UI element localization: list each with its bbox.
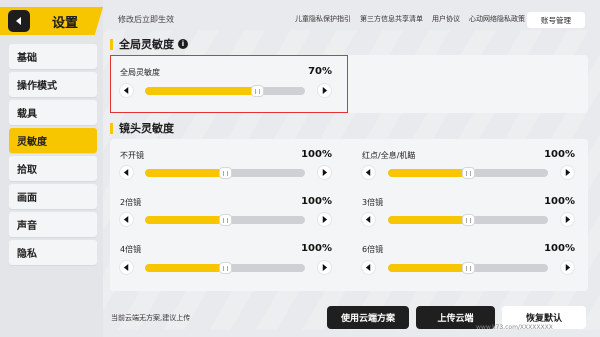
policy-links: 儿童隐私保护指引 第三方信息共享清单 用户协议 心动网络隐私政策 bbox=[295, 14, 525, 24]
decrease-button[interactable] bbox=[362, 261, 375, 274]
link-third-party-list[interactable]: 第三方信息共享清单 bbox=[360, 14, 423, 24]
scope-value: 100% bbox=[301, 196, 332, 207]
use-cloud-scheme-button[interactable]: 使用云端方案 bbox=[327, 306, 409, 329]
cloud-hint: 当前云端无方案,建议上传 bbox=[111, 314, 191, 322]
arrow-right-icon bbox=[565, 216, 571, 223]
scope-value: 100% bbox=[544, 149, 575, 160]
scope-label: 红点/全息/机瞄 bbox=[362, 151, 416, 160]
arrow-left-icon bbox=[365, 264, 371, 271]
global-heading-text: 全局灵敏度 bbox=[119, 38, 174, 51]
sidebar-item-control-mode[interactable]: 操作模式 bbox=[9, 72, 97, 97]
slider-thumb[interactable] bbox=[462, 214, 475, 226]
sidebar-item-privacy[interactable]: 隐私 bbox=[9, 240, 97, 265]
scope-label: 不开镜 bbox=[120, 151, 144, 160]
scope-value: 100% bbox=[301, 149, 332, 160]
scope-sensitivity-heading: 镜头灵敏度 bbox=[110, 120, 174, 136]
sidebar-nav: 基础 操作模式 载具 灵敏度 拾取 画面 声音 隐私 bbox=[9, 44, 97, 268]
arrow-right-icon bbox=[322, 216, 328, 223]
arrow-right-icon bbox=[322, 264, 328, 271]
info-icon[interactable]: i bbox=[178, 39, 188, 49]
account-management-button[interactable]: 账号管理 bbox=[527, 12, 585, 28]
slider-fill bbox=[388, 169, 468, 177]
slider-thumb[interactable] bbox=[462, 167, 475, 179]
slider-fill bbox=[145, 216, 225, 224]
decrease-button[interactable] bbox=[362, 213, 375, 226]
scope-label: 2倍镜 bbox=[120, 198, 142, 207]
highlight-box bbox=[110, 55, 348, 113]
arrow-right-icon bbox=[565, 264, 571, 271]
slider-thumb[interactable] bbox=[219, 262, 232, 274]
arrow-left-icon bbox=[123, 169, 129, 176]
sidebar-item-basic[interactable]: 基础 bbox=[9, 44, 97, 69]
sidebar-item-graphics[interactable]: 画面 bbox=[9, 184, 97, 209]
increase-button[interactable] bbox=[318, 166, 331, 179]
slider-thumb[interactable] bbox=[219, 214, 232, 226]
slider-fill bbox=[145, 264, 225, 272]
decrease-button[interactable] bbox=[120, 166, 133, 179]
link-user-agreement[interactable]: 用户协议 bbox=[432, 14, 460, 24]
increase-button[interactable] bbox=[561, 261, 574, 274]
slider-thumb[interactable] bbox=[462, 262, 475, 274]
slider-thumb[interactable] bbox=[219, 167, 232, 179]
scope-value: 100% bbox=[544, 196, 575, 207]
back-arrow-icon bbox=[16, 17, 21, 25]
page-title: 设置 bbox=[52, 15, 79, 31]
increase-button[interactable] bbox=[561, 166, 574, 179]
decrease-button[interactable] bbox=[120, 261, 133, 274]
back-button[interactable] bbox=[8, 10, 30, 32]
sidebar: 设置 基础 操作模式 载具 灵敏度 拾取 画面 声音 隐私 bbox=[0, 0, 103, 337]
decrease-button[interactable] bbox=[120, 213, 133, 226]
sidebar-item-sensitivity[interactable]: 灵敏度 bbox=[9, 128, 97, 153]
global-sensitivity-heading: 全局灵敏度 i bbox=[110, 36, 188, 52]
scope-label: 6倍镜 bbox=[362, 245, 384, 254]
link-child-privacy[interactable]: 儿童隐私保护指引 bbox=[295, 14, 351, 24]
scope-heading-text: 镜头灵敏度 bbox=[119, 122, 174, 135]
arrow-right-icon bbox=[565, 169, 571, 176]
scope-label: 4倍镜 bbox=[120, 245, 142, 254]
link-privacy-policy[interactable]: 心动网络隐私政策 bbox=[469, 14, 525, 24]
arrow-left-icon bbox=[123, 216, 129, 223]
arrow-left-icon bbox=[365, 216, 371, 223]
increase-button[interactable] bbox=[318, 261, 331, 274]
arrow-left-icon bbox=[365, 169, 371, 176]
apply-hint: 修改后立即生效 bbox=[118, 15, 174, 24]
header-bar: 设置 bbox=[0, 7, 103, 35]
slider-fill bbox=[388, 216, 468, 224]
sidebar-item-pickup[interactable]: 拾取 bbox=[9, 156, 97, 181]
sidebar-item-vehicle[interactable]: 载具 bbox=[9, 100, 97, 125]
watermark: www.k73.com/XXXXXXXX bbox=[476, 324, 553, 331]
slider-fill bbox=[388, 264, 468, 272]
arrow-right-icon bbox=[322, 169, 328, 176]
scope-label: 3倍镜 bbox=[362, 198, 384, 207]
sidebar-item-sound[interactable]: 声音 bbox=[9, 212, 97, 237]
increase-button[interactable] bbox=[561, 213, 574, 226]
decrease-button[interactable] bbox=[362, 166, 375, 179]
scope-value: 100% bbox=[544, 243, 575, 254]
arrow-left-icon bbox=[123, 264, 129, 271]
scope-value: 100% bbox=[301, 243, 332, 254]
increase-button[interactable] bbox=[318, 213, 331, 226]
slider-fill bbox=[145, 169, 225, 177]
